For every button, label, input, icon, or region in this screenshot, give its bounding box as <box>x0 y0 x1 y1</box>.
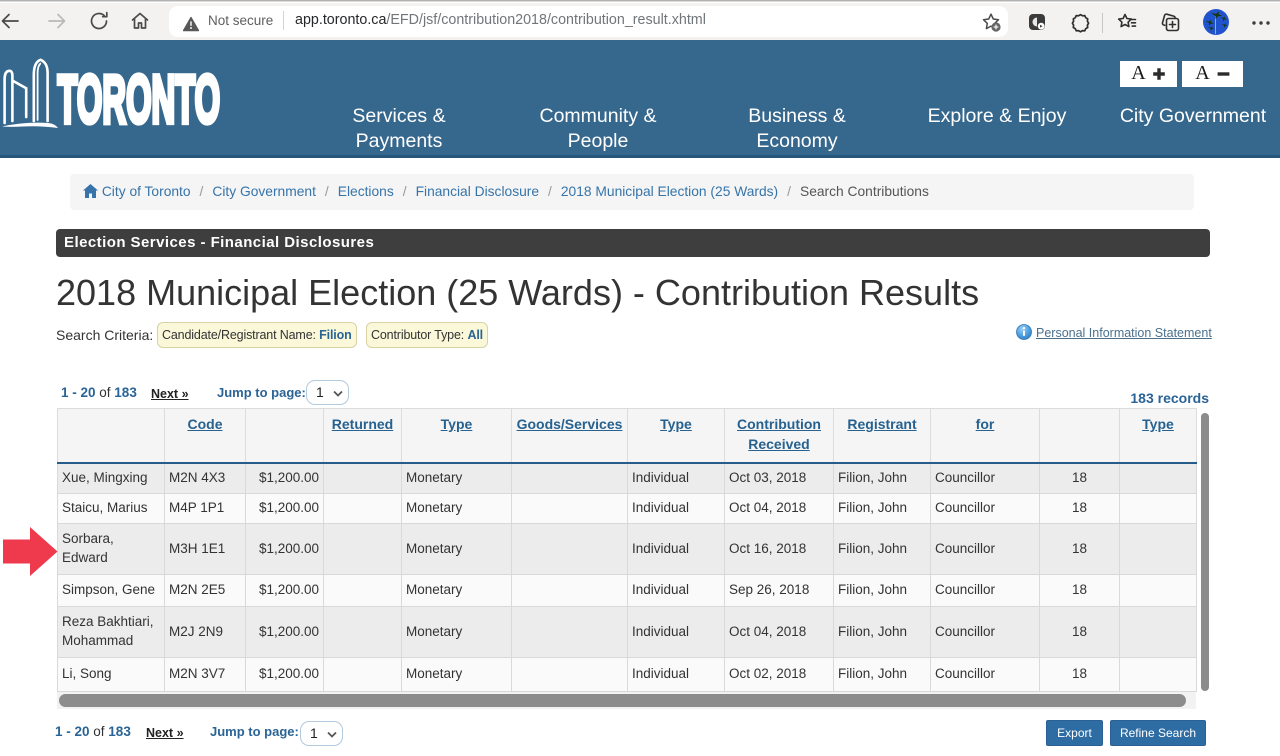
svg-text:TORONTO: TORONTO <box>58 63 221 135</box>
